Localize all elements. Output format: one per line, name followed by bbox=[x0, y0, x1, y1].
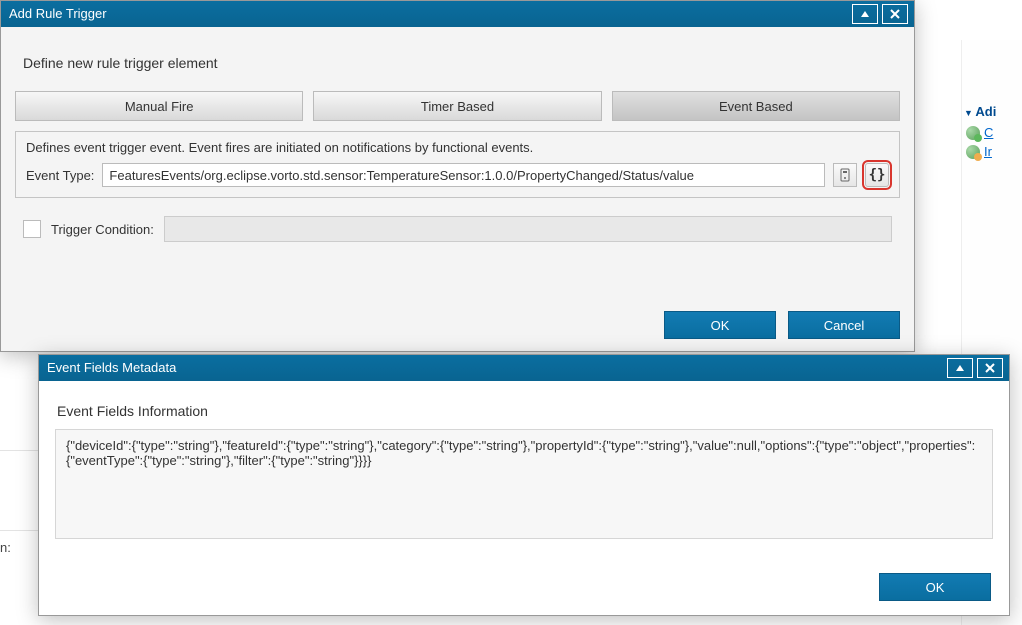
close-icon bbox=[984, 362, 996, 374]
close-icon bbox=[889, 8, 901, 20]
tab-manual-fire[interactable]: Manual Fire bbox=[15, 91, 303, 121]
dialog-buttons: OK Cancel bbox=[664, 311, 900, 339]
globe-info-icon bbox=[966, 145, 980, 159]
trigger-condition-checkbox[interactable] bbox=[23, 220, 41, 238]
event-type-label: Event Type: bbox=[26, 168, 94, 183]
titlebar-buttons bbox=[852, 4, 908, 24]
event-panel-description: Defines event trigger event. Event fires… bbox=[26, 140, 889, 155]
tab-event-based[interactable]: Event Based bbox=[612, 91, 900, 121]
close-button[interactable] bbox=[977, 358, 1003, 378]
dialog-title: Event Fields Metadata bbox=[47, 355, 176, 381]
collapse-button[interactable] bbox=[947, 358, 973, 378]
cancel-button[interactable]: Cancel bbox=[788, 311, 900, 339]
right-panel-link-label: C bbox=[984, 125, 993, 140]
trigger-condition-field[interactable] bbox=[164, 216, 892, 242]
viewport: Adi C Ir n: Add Rule Trigger Define new … bbox=[0, 0, 1022, 625]
add-rule-trigger-dialog: Add Rule Trigger Define new rule trigger… bbox=[0, 0, 915, 352]
tab-timer-based[interactable]: Timer Based bbox=[313, 91, 601, 121]
dialog-titlebar: Event Fields Metadata bbox=[39, 355, 1009, 381]
ok-button[interactable]: OK bbox=[664, 311, 776, 339]
triangle-up-icon bbox=[859, 8, 871, 20]
collapse-button[interactable] bbox=[852, 4, 878, 24]
dialog-titlebar: Add Rule Trigger bbox=[1, 1, 914, 27]
dialog-title: Add Rule Trigger bbox=[9, 1, 107, 27]
globe-add-icon bbox=[966, 126, 980, 140]
device-icon bbox=[838, 168, 852, 182]
triangle-up-icon bbox=[954, 362, 966, 374]
trigger-condition-label: Trigger Condition: bbox=[51, 222, 154, 237]
event-type-picker-button[interactable] bbox=[833, 163, 857, 187]
event-metadata-button[interactable]: {} bbox=[865, 163, 889, 187]
right-panel-link[interactable]: Ir bbox=[966, 144, 1022, 159]
dialog-body: Define new rule trigger element Manual F… bbox=[1, 27, 914, 256]
stray-label: n: bbox=[0, 540, 11, 555]
dialog-intro: Define new rule trigger element bbox=[23, 55, 900, 71]
dialog-body: Event Fields Information {"deviceId":{"t… bbox=[39, 381, 1009, 553]
right-panel-link[interactable]: C bbox=[966, 125, 1022, 140]
right-panel-header: Adi bbox=[964, 104, 1022, 119]
ok-button[interactable]: OK bbox=[879, 573, 991, 601]
event-panel: Defines event trigger event. Event fires… bbox=[15, 131, 900, 198]
event-fields-metadata-dialog: Event Fields Metadata Event Fields Infor… bbox=[38, 354, 1010, 616]
event-type-input[interactable] bbox=[102, 163, 825, 187]
trigger-type-tabs: Manual Fire Timer Based Event Based bbox=[15, 91, 900, 121]
event-type-row: Event Type: {} bbox=[26, 163, 889, 187]
metadata-json-box[interactable]: {"deviceId":{"type":"string"},"featureId… bbox=[55, 429, 993, 539]
dialog-buttons: OK bbox=[879, 573, 991, 601]
right-panel-link-label: Ir bbox=[984, 144, 992, 159]
close-button[interactable] bbox=[882, 4, 908, 24]
metadata-subtitle: Event Fields Information bbox=[57, 403, 993, 419]
trigger-condition-row: Trigger Condition: bbox=[15, 216, 900, 242]
titlebar-buttons bbox=[947, 358, 1003, 378]
